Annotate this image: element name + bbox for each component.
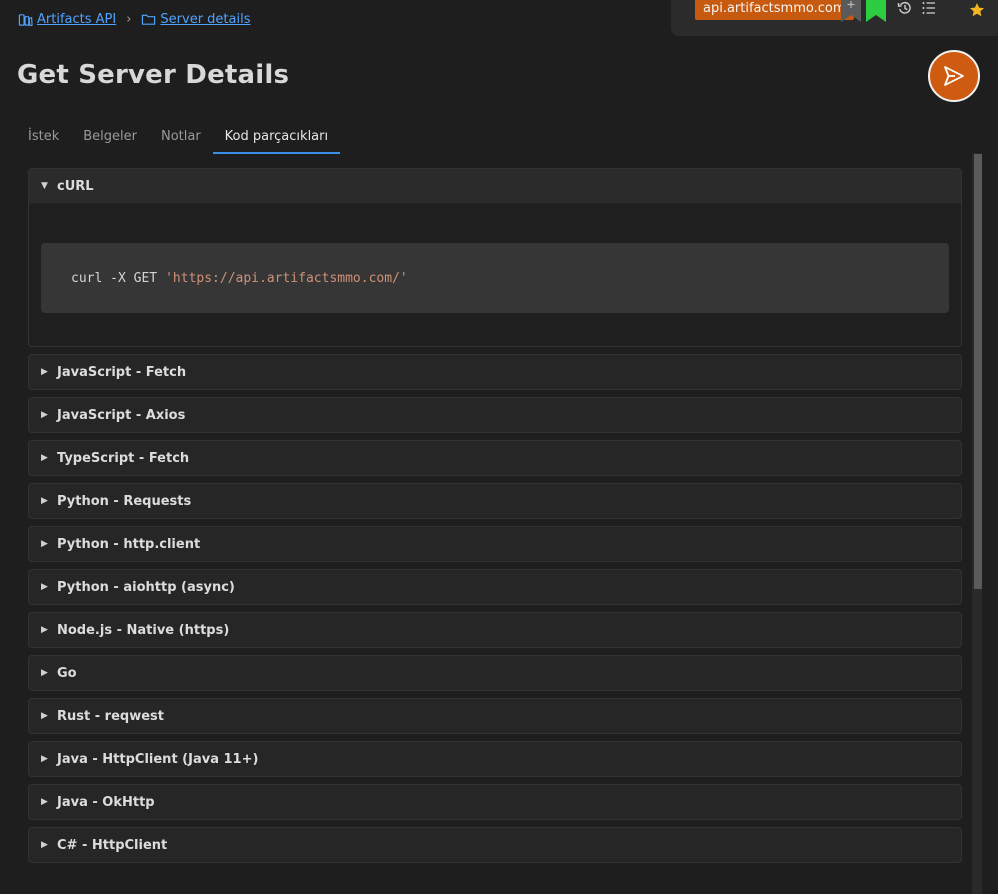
snippet-label: Node.js - Native (https) [57,622,230,638]
request-toolbar: api.artifactsmmo.com [671,0,998,36]
snippet-header[interactable]: ▶ Python - http.client [29,527,961,561]
snippet-section: ▶ Node.js - Native (https) [28,612,962,648]
snippet-section: ▶ Java - HttpClient (Java 11+) [28,741,962,777]
tab-docs[interactable]: Belgeler [71,124,149,154]
tab-notes[interactable]: Notlar [149,124,213,154]
caret-right-icon: ▶ [41,840,48,850]
snippet-section: ▶ Rust - reqwest [28,698,962,734]
snippet-label: JavaScript - Fetch [57,364,187,380]
bookmark-icon[interactable] [866,0,886,22]
caret-right-icon: ▶ [41,754,48,764]
add-bookmark-icon[interactable] [841,0,861,22]
snippet-header[interactable]: ▶ TypeScript - Fetch [29,441,961,475]
collapsed-snippet-list: ▶ JavaScript - Fetch ▶ JavaScript - Axios ▶ T… [28,354,962,863]
breadcrumb-folder-label: Server details [160,12,251,27]
snippet-label: TypeScript - Fetch [57,450,190,466]
snippet-label: Java - HttpClient (Java 11+) [57,751,259,767]
snippet-section: ▶ JavaScript - Fetch [28,354,962,390]
snippet-header-curl[interactable]: ▼ cURL [29,169,961,204]
scrollbar-thumb[interactable] [974,154,982,589]
snippet-header[interactable]: ▶ C# - HttpClient [29,828,961,862]
snippet-section: ▶ Python - http.client [28,526,962,562]
snippet-section: ▶ Python - Requests [28,483,962,519]
snippet-header[interactable]: ▶ JavaScript - Fetch [29,355,961,389]
snippet-label: Go [57,665,77,681]
snippet-header[interactable]: ▶ Java - OkHttp [29,785,961,819]
snippet-header[interactable]: ▶ Java - HttpClient (Java 11+) [29,742,961,776]
star-icon[interactable] [969,2,985,18]
caret-right-icon: ▶ [41,625,48,635]
collection-icon [18,14,33,27]
snippet-section-curl: ▼ cURL curl -X GET 'https://api.artifact… [28,168,962,347]
snippet-header[interactable]: ▶ Rust - reqwest [29,699,961,733]
code-snippets-panel: ▼ cURL curl -X GET 'https://api.artifact… [28,168,962,894]
caret-right-icon: ▶ [41,539,48,549]
send-request-button[interactable] [928,50,980,102]
code-command: curl -X GET [71,270,158,286]
snippet-section: ▶ Go [28,655,962,691]
history-icon[interactable] [897,0,913,16]
snippet-label: C# - HttpClient [57,837,168,853]
snippet-header[interactable]: ▶ Python - Requests [29,484,961,518]
folder-icon [142,14,156,25]
host-button[interactable]: api.artifactsmmo.com [695,0,854,20]
breadcrumb: Artifacts API › Server details [18,12,251,27]
snippet-header[interactable]: ▶ JavaScript - Axios [29,398,961,432]
chevron-right-icon: › [126,12,132,27]
code-block[interactable]: curl -X GET 'https://api.artifactsmmo.co… [41,243,949,313]
snippet-section: ▶ Java - OkHttp [28,784,962,820]
api-client-page: Artifacts API › Server details api.artif… [0,0,998,894]
request-tabs: İstek Belgeler Notlar Kod parçacıkları [16,124,341,154]
list-icon[interactable] [921,0,937,16]
snippet-header[interactable]: ▶ Python - aiohttp (async) [29,570,961,604]
caret-right-icon: ▶ [41,582,48,592]
caret-right-icon: ▶ [41,496,48,506]
snippet-label: Java - OkHttp [57,794,155,810]
snippet-header[interactable]: ▶ Go [29,656,961,690]
send-icon [944,66,964,86]
snippet-label: cURL [57,178,94,194]
caret-right-icon: ▶ [41,453,48,463]
snippet-section: ▶ Python - aiohttp (async) [28,569,962,605]
snippet-label: Rust - reqwest [57,708,164,724]
caret-right-icon: ▶ [41,367,48,377]
snippet-body-curl: curl -X GET 'https://api.artifactsmmo.co… [29,204,961,346]
breadcrumb-folder-link[interactable]: Server details [141,12,251,27]
caret-right-icon: ▶ [41,711,48,721]
tab-code-snippets[interactable]: Kod parçacıkları [212,124,341,154]
snippet-section: ▶ JavaScript - Axios [28,397,962,433]
caret-down-icon: ▼ [41,181,48,191]
snippet-label: Python - aiohttp (async) [57,579,235,595]
breadcrumb-collection-link[interactable]: Artifacts API [18,12,116,27]
caret-right-icon: ▶ [41,797,48,807]
snippet-section: ▶ TypeScript - Fetch [28,440,962,476]
snippet-label: Python - Requests [57,493,192,509]
snippet-label: JavaScript - Axios [57,407,186,423]
caret-right-icon: ▶ [41,410,48,420]
tab-request[interactable]: İstek [16,124,71,154]
page-title: Get Server Details [17,60,290,90]
code-url-string: 'https://api.artifactsmmo.com/' [165,270,408,286]
snippet-header[interactable]: ▶ Node.js - Native (https) [29,613,961,647]
breadcrumb-collection-label: Artifacts API [37,12,117,27]
snippet-label: Python - http.client [57,536,201,552]
snippet-section: ▶ C# - HttpClient [28,827,962,863]
caret-right-icon: ▶ [41,668,48,678]
